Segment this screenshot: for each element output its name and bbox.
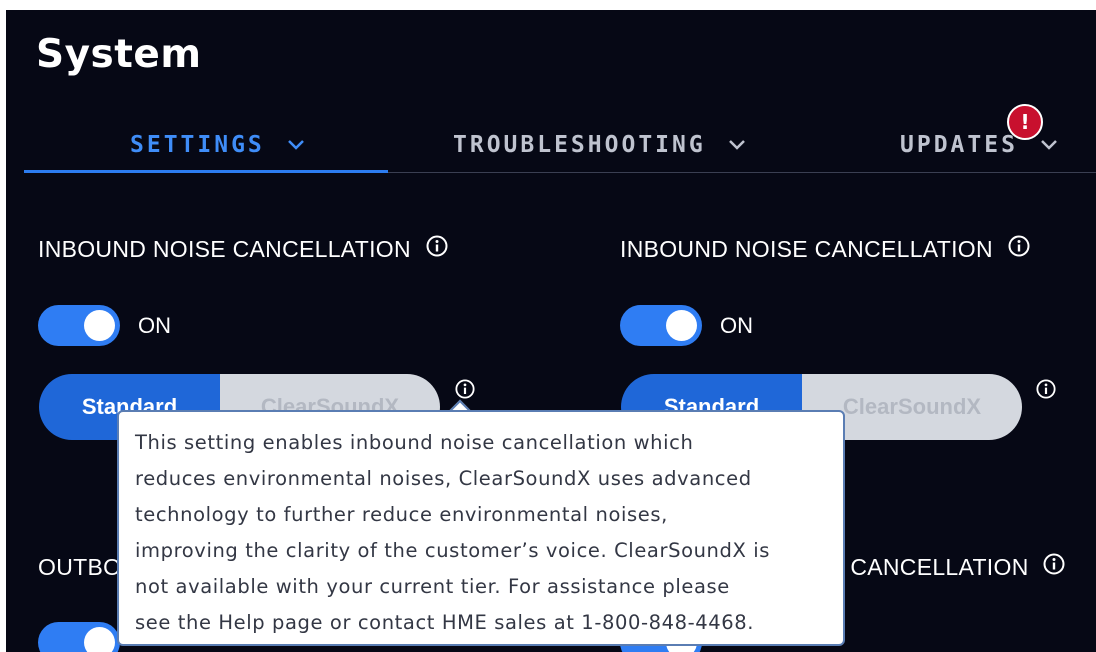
tooltip-line: not available with your current tier. Fo… <box>135 575 730 598</box>
inbound-toggle-left[interactable] <box>38 305 120 346</box>
tab-troubleshooting-label: TROUBLESHOOTING <box>453 132 706 158</box>
inbound-toggle-right[interactable] <box>620 305 702 346</box>
alert-icon: ! <box>1007 104 1043 140</box>
tab-updates-label: UPDATES <box>900 132 1018 158</box>
info-icon[interactable] <box>426 235 448 263</box>
inbound-label-left: INBOUND NOISE CANCELLATION <box>38 235 448 265</box>
outbound-label-right: E CANCELLATION <box>828 553 1065 583</box>
info-icon[interactable] <box>1008 235 1030 263</box>
tab-bar: SETTINGS TROUBLESHOOTING UPDATES ! <box>24 104 1096 176</box>
tooltip-line: improving the clarity of the customer’s … <box>135 539 771 562</box>
info-icon[interactable] <box>455 379 475 403</box>
active-tab-indicator <box>24 170 388 173</box>
toggle-knob <box>84 310 115 341</box>
chevron-down-icon <box>287 130 304 156</box>
inbound-label-right-text: INBOUND NOISE CANCELLATION <box>620 236 993 262</box>
inbound-toggle-left-state: ON <box>138 313 171 338</box>
toggle-knob <box>666 310 697 341</box>
chevron-down-icon <box>1040 130 1057 156</box>
tab-settings-label: SETTINGS <box>130 132 265 158</box>
tooltip-line: technology to further reduce environment… <box>135 503 668 526</box>
tab-settings[interactable]: SETTINGS <box>130 132 304 159</box>
inbound-label-left-text: INBOUND NOISE CANCELLATION <box>38 236 411 262</box>
toggle-knob <box>84 627 115 652</box>
info-icon[interactable] <box>1036 379 1056 403</box>
tooltip-line: see the Help page or contact HME sales a… <box>135 611 755 634</box>
info-tooltip: This setting enables inbound noise cance… <box>117 410 845 646</box>
outbound-label-right-text: E CANCELLATION <box>828 554 1029 580</box>
page-title: System <box>36 32 202 77</box>
tooltip-line: This setting enables inbound noise cance… <box>135 431 694 454</box>
system-panel: System SETTINGS TROUBLESHOOTING UPDATES … <box>6 10 1096 652</box>
inbound-toggle-right-state: ON <box>720 313 753 338</box>
inbound-label-right: INBOUND NOISE CANCELLATION <box>620 235 1030 265</box>
chevron-down-icon <box>728 130 745 156</box>
outbound-label-left: OUTBO <box>38 554 122 580</box>
outbound-toggle-left[interactable] <box>38 622 120 652</box>
tooltip-line: reduces environmental noises, ClearSound… <box>135 467 752 490</box>
tab-troubleshooting[interactable]: TROUBLESHOOTING <box>453 132 745 159</box>
info-icon[interactable] <box>1043 553 1065 581</box>
